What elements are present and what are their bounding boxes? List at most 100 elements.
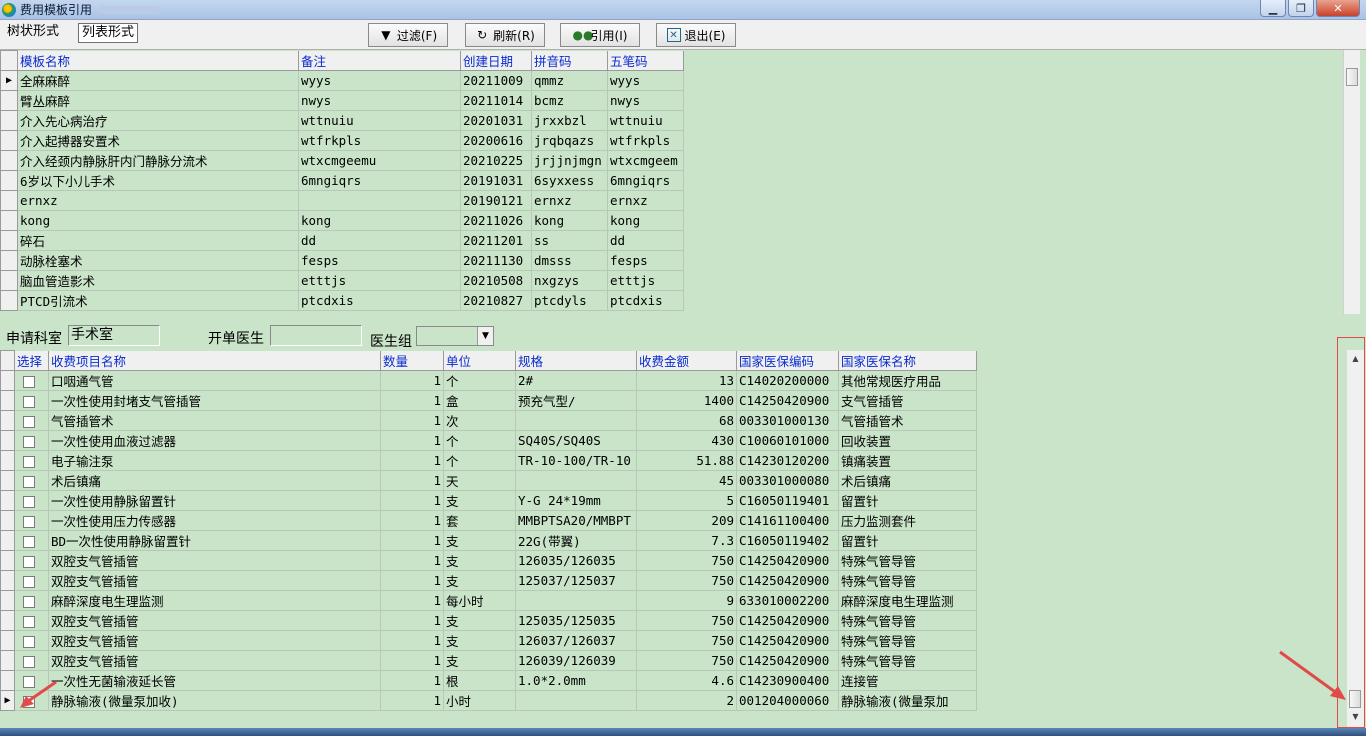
charge-item-row[interactable]: 气管插管术 1 次 68 003301000130 气管插管术 [0,410,977,431]
item-name-cell[interactable]: 一次性使用静脉留置针 [48,490,381,511]
col-spec[interactable]: 规格 [515,350,637,371]
unit-cell[interactable]: 根 [443,670,516,691]
item-name-cell[interactable]: 术后镇痛 [48,470,381,491]
remark-cell[interactable]: dd [298,230,461,251]
pinyin-cell[interactable]: ptcdyls [531,290,608,311]
select-checkbox[interactable] [23,495,35,508]
template-name-cell[interactable]: kong [17,210,299,231]
pinyin-cell[interactable]: nxgzys [531,270,608,291]
insurance-code-cell[interactable]: C14250420900 [736,390,839,411]
unit-cell[interactable]: 个 [443,430,516,451]
unit-cell[interactable]: 个 [443,450,516,471]
select-checkbox[interactable] [23,375,35,388]
col-insurance-code[interactable]: 国家医保编码 [736,350,839,371]
template-row[interactable]: 动脉栓塞术 fesps 20211130 dmsss fesps [0,250,684,271]
charge-item-row[interactable]: 一次性使用压力传感器 1 套 MMBPTSA20/MMBPT 209 C141611004… [0,510,977,531]
col-amount[interactable]: 收费金额 [636,350,737,371]
item-name-cell[interactable]: BD一次性使用静脉留置针 [48,530,381,551]
created-date-cell[interactable]: 20211201 [460,230,532,251]
charge-item-row[interactable]: 双腔支气管插管 1 支 126039/126039 750 C14250420900 特殊气… [0,650,977,671]
spec-cell[interactable]: 2# [515,370,637,391]
amount-cell[interactable]: 4.6 [636,670,737,691]
amount-cell[interactable]: 750 [636,610,737,631]
col-pinyin[interactable]: 拼音码 [531,50,608,71]
created-date-cell[interactable]: 20190121 [460,190,532,211]
quantity-cell[interactable]: 1 [380,430,444,451]
item-name-cell[interactable]: 一次性使用压力传感器 [48,510,381,531]
wubi-cell[interactable]: kong [607,210,684,231]
quantity-cell[interactable]: 1 [380,570,444,591]
spec-cell[interactable] [515,410,637,431]
pinyin-cell[interactable]: jrxxbzl [531,110,608,131]
unit-cell[interactable]: 次 [443,410,516,431]
created-date-cell[interactable]: 20201031 [460,110,532,131]
template-row[interactable]: 介入起搏器安置术 wtfrkpls 20200616 jrqbqazs wtfrkpls [0,130,684,151]
item-name-cell[interactable]: 口咽通气管 [48,370,381,391]
spec-cell[interactable] [515,590,637,611]
quantity-cell[interactable]: 1 [380,630,444,651]
item-name-cell[interactable]: 一次性使用封堵支气管插管 [48,390,381,411]
insurance-code-cell[interactable]: C14250420900 [736,550,839,571]
col-created-date[interactable]: 创建日期 [460,50,532,71]
unit-cell[interactable]: 支 [443,650,516,671]
quantity-cell[interactable]: 1 [380,670,444,691]
remark-cell[interactable] [298,190,461,211]
amount-cell[interactable]: 13 [636,370,737,391]
item-name-cell[interactable]: 双腔支气管插管 [48,630,381,651]
unit-cell[interactable]: 支 [443,630,516,651]
wubi-cell[interactable]: wyys [607,70,684,91]
insurance-code-cell[interactable]: 633010002200 [736,590,839,611]
quantity-cell[interactable]: 1 [380,490,444,511]
quantity-cell[interactable]: 1 [380,650,444,671]
charge-item-row[interactable]: 双腔支气管插管 1 支 126035/126035 750 C14250420900 特殊气… [0,550,977,571]
unit-cell[interactable]: 个 [443,370,516,391]
created-date-cell[interactable]: 20210827 [460,290,532,311]
insurance-name-cell[interactable]: 气管插管术 [838,410,977,431]
quantity-cell[interactable]: 1 [380,370,444,391]
select-checkbox[interactable] [23,515,35,528]
charge-item-row[interactable]: 一次性使用静脉留置针 1 支 Y-G 24*19mm 5 C16050119401 留置针 [0,490,977,511]
close-button[interactable]: ✕ [1316,0,1360,17]
amount-cell[interactable]: 750 [636,570,737,591]
exit-button[interactable]: ✕ 退出(E) [656,23,736,47]
unit-cell[interactable]: 小时 [443,690,516,711]
insurance-code-cell[interactable]: C10060101000 [736,430,839,451]
template-row[interactable]: 介入经颈内静脉肝内门静脉分流术 wtxcmgeemu 20210225 jrjjnjm… [0,150,684,171]
pinyin-cell[interactable]: jrjjnjmgn [531,150,608,171]
pinyin-cell[interactable]: 6syxxess [531,170,608,191]
select-checkbox[interactable] [23,635,35,648]
col-select[interactable]: 选择 [14,350,49,371]
wubi-cell[interactable]: wtfrkpls [607,130,684,151]
select-checkbox[interactable] [23,535,35,548]
spec-cell[interactable]: 预充气型/ [515,390,637,411]
select-checkbox[interactable] [23,615,35,628]
insurance-code-cell[interactable]: C16050119401 [736,490,839,511]
pinyin-cell[interactable]: qmmz [531,70,608,91]
template-row[interactable]: kong kong 20211026 kong kong [0,210,684,231]
insurance-name-cell[interactable]: 连接管 [838,670,977,691]
charge-item-row[interactable]: BD一次性使用静脉留置针 1 支 22G(带翼) 7.3 C16050119402 留置针 [0,530,977,551]
tree-view-tab[interactable]: 树状形式 [4,23,63,43]
quantity-cell[interactable]: 1 [380,530,444,551]
select-checkbox[interactable] [23,595,35,608]
dept-field[interactable]: 手术室 [68,325,160,346]
insurance-name-cell[interactable]: 回收装置 [838,430,977,451]
remark-cell[interactable]: kong [298,210,461,231]
template-row[interactable]: 6岁以下小儿手术 6mngiqrs 20191031 6syxxess 6mngiqrs [0,170,684,191]
spec-cell[interactable]: MMBPTSA20/MMBPT [515,510,637,531]
unit-cell[interactable]: 套 [443,510,516,531]
insurance-code-cell[interactable]: C14020200000 [736,370,839,391]
insurance-code-cell[interactable]: C14250420900 [736,610,839,631]
spec-cell[interactable]: 126035/126035 [515,550,637,571]
spec-cell[interactable] [515,690,637,711]
unit-cell[interactable]: 天 [443,470,516,491]
select-checkbox[interactable] [23,575,35,588]
created-date-cell[interactable]: 20211130 [460,250,532,271]
charge-item-row[interactable]: 电子输注泵 1 个 TR-10-100/TR-10 51.88 C14230120200 镇… [0,450,977,471]
template-row[interactable]: 碎石 dd 20211201 ss dd [0,230,684,251]
spec-cell[interactable]: 125035/125035 [515,610,637,631]
charge-item-row[interactable]: 双腔支气管插管 1 支 125035/125035 750 C14250420900 特殊气… [0,610,977,631]
select-checkbox[interactable] [23,455,35,468]
amount-cell[interactable]: 750 [636,550,737,571]
template-name-cell[interactable]: 臂丛麻醉 [17,90,299,111]
